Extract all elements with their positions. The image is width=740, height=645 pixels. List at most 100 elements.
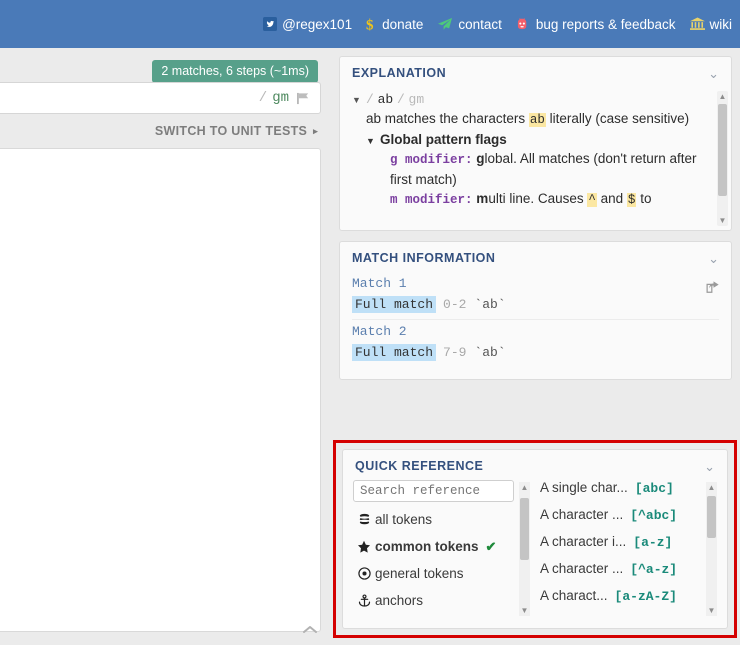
nav-item-donate[interactable]: $ donate <box>366 17 423 32</box>
switch-to-unit-tests-link[interactable]: SWITCH TO UNIT TESTS ▸ <box>155 124 318 138</box>
category-label: general tokens <box>375 566 464 581</box>
explanation-g-modifier: g modifier: global. All matches (don't r… <box>350 149 711 189</box>
token-code: [a-z] <box>633 535 672 550</box>
anchor-icon <box>353 594 375 608</box>
match-information-content: Match 1 Full match 0-2 `ab` Match 2 Full m… <box>340 272 731 379</box>
quick-reference-title: QUICK REFERENCE <box>355 459 483 473</box>
match-detail: Full match 0-2 `ab` <box>352 296 719 312</box>
m-text-3: to <box>636 191 651 206</box>
token-description: A single char... <box>540 480 628 495</box>
match-value: `ab` <box>474 297 505 312</box>
circle-dot-icon <box>353 567 375 580</box>
explanation-scrollbar[interactable]: ▲ ▼ <box>717 91 728 226</box>
scroll-down-icon[interactable]: ▼ <box>519 605 530 616</box>
match-range: 0-2 <box>443 297 466 312</box>
category-item-general-tokens[interactable]: general tokens <box>353 560 530 587</box>
m-modifier-colon: : <box>465 193 473 207</box>
match-row: Match 1 Full match 0-2 `ab` <box>352 272 719 320</box>
explanation-pattern-line: ▼ / ab / gm <box>350 89 711 109</box>
svg-text:$: $ <box>366 17 374 32</box>
pattern-flags: gm <box>409 92 425 107</box>
category-list: all tokens common tokens ✔ general t <box>353 506 530 614</box>
nav-label-bug-reports: bug reports & feedback <box>536 17 676 32</box>
match-range: 7-9 <box>443 345 466 360</box>
caret-down-icon[interactable]: ▼ <box>352 91 361 110</box>
category-item-common-tokens[interactable]: common tokens ✔ <box>353 533 530 560</box>
category-scrollbar[interactable]: ▲ ▼ <box>519 482 530 616</box>
explanation-m-modifier: m modifier: multi line. Causes ^ and $ t… <box>350 189 711 210</box>
scroll-up-icon[interactable]: ▲ <box>519 482 530 493</box>
scroll-up-icon[interactable]: ▲ <box>706 482 717 493</box>
chevron-down-icon[interactable]: ⌄ <box>704 460 715 473</box>
explanation-title: EXPLANATION <box>352 66 446 80</box>
token-description: A charact... <box>540 588 608 603</box>
explanation-group-title: ▼ Global pattern flags <box>350 130 711 149</box>
regex-closing-slash: / <box>259 90 267 106</box>
match-information-header[interactable]: MATCH INFORMATION ⌄ <box>340 242 731 272</box>
token-code: [abc] <box>635 481 674 496</box>
search-input[interactable] <box>353 480 514 502</box>
quick-reference-category-column: all tokens common tokens ✔ general t <box>353 480 530 618</box>
chevron-right-icon: ▸ <box>313 126 318 137</box>
g-modifier-colon: : <box>465 153 473 167</box>
scroll-thumb[interactable] <box>707 496 716 538</box>
g-modifier-label: g modifier <box>390 153 465 167</box>
category-item-anchors[interactable]: anchors <box>353 587 530 614</box>
token-item[interactable]: A character ... [^abc] <box>540 507 701 534</box>
scroll-down-icon[interactable]: ▼ <box>717 215 728 226</box>
share-icon[interactable] <box>706 280 721 297</box>
test-string-editor[interactable] <box>0 148 321 632</box>
token-code: [a-zA-Z] <box>615 589 677 604</box>
match-information-panel: MATCH INFORMATION ⌄ Match 1 Full match 0-… <box>339 241 732 380</box>
pattern-suffix: / <box>397 92 405 107</box>
nav-label-twitter: @regex101 <box>282 17 352 32</box>
match-row: Match 2 Full match7-9`ab` <box>352 320 719 367</box>
explanation-literal-line: ab matches the characters ab literally (… <box>350 109 711 130</box>
nav-item-bug-reports[interactable]: bug reports & feedback <box>516 17 676 32</box>
nav-item-twitter[interactable]: @regex101 <box>263 17 352 32</box>
token-description: A character ... <box>540 507 623 522</box>
dollar-icon: $ <box>366 17 377 32</box>
regex-flags[interactable]: gm <box>272 90 289 106</box>
explanation-panel-header[interactable]: EXPLANATION ⌄ <box>340 57 731 87</box>
check-icon: ✔ <box>486 539 497 555</box>
nav-label-contact: contact <box>458 17 502 32</box>
pattern-prefix: / <box>366 92 374 107</box>
token-scrollbar[interactable]: ▲ ▼ <box>706 482 717 616</box>
explanation-content: ▼ / ab / gm ab matches the characters ab… <box>340 87 731 230</box>
chevron-down-icon[interactable]: ⌄ <box>708 67 719 80</box>
quick-reference-header[interactable]: QUICK REFERENCE ⌄ <box>343 450 727 480</box>
full-match-badge: Full match <box>352 296 436 313</box>
token-item[interactable]: A character i... [a-z] <box>540 534 701 561</box>
match-detail: Full match7-9`ab` <box>352 344 719 360</box>
category-label: all tokens <box>375 512 432 527</box>
literal-text-a: matches the characters <box>381 111 529 126</box>
pattern-body: ab <box>378 92 394 107</box>
token-item[interactable]: A single char... [abc] <box>540 480 701 507</box>
chevron-up-icon[interactable] <box>299 618 321 640</box>
nav-item-contact[interactable]: contact <box>437 17 502 32</box>
scroll-thumb[interactable] <box>520 498 529 560</box>
token-list: A single char... [abc] A character ... [… <box>540 480 717 615</box>
chevron-down-icon[interactable]: ⌄ <box>708 252 719 265</box>
scroll-down-icon[interactable]: ▼ <box>706 605 717 616</box>
scroll-up-icon[interactable]: ▲ <box>717 91 728 102</box>
token-code: [^a-z] <box>630 562 677 577</box>
m-highlight-caret: ^ <box>587 193 597 207</box>
nav-label-wiki: wiki <box>710 17 733 32</box>
bug-icon <box>516 18 531 31</box>
caret-down-icon-group[interactable]: ▼ <box>366 132 375 151</box>
m-modifier-label: m modifier <box>390 193 465 207</box>
regex-input-field[interactable]: / gm <box>0 82 321 114</box>
token-item[interactable]: A character ... [^a-z] <box>540 561 701 588</box>
token-item[interactable]: A charact... [a-zA-Z] <box>540 588 701 615</box>
category-label: common tokens <box>375 539 479 554</box>
match-label: Match 1 <box>352 272 719 296</box>
m-bold: m <box>476 191 488 206</box>
flag-icon[interactable] <box>296 92 311 105</box>
nav-item-wiki[interactable]: wiki <box>690 17 733 32</box>
scroll-thumb[interactable] <box>718 104 727 196</box>
token-description: A character i... <box>540 534 626 549</box>
category-item-all-tokens[interactable]: all tokens <box>353 506 530 533</box>
nav-label-donate: donate <box>382 17 423 32</box>
